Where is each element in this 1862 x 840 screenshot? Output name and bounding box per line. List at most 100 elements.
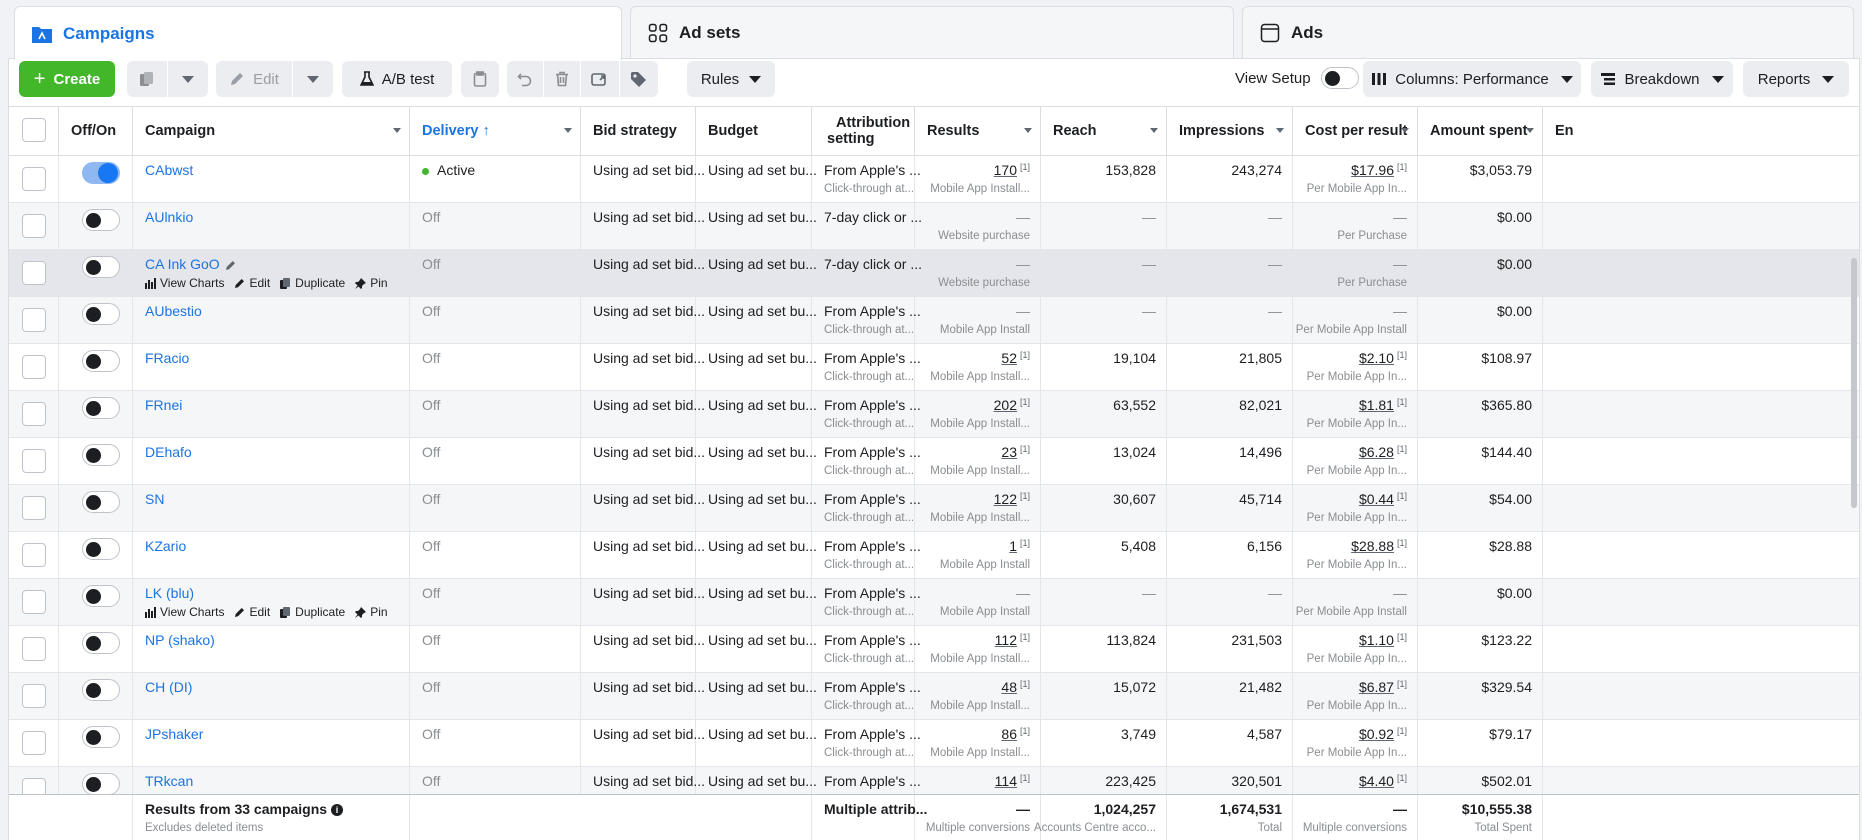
view-setup-switch[interactable]: [1320, 67, 1359, 89]
pin-action[interactable]: Pin: [355, 276, 388, 290]
select-all-checkbox[interactable]: [22, 118, 46, 142]
sort-caret-icon[interactable]: [1024, 128, 1032, 133]
vertical-scrollbar[interactable]: [1851, 258, 1857, 508]
create-button[interactable]: + Create: [19, 61, 115, 97]
row-checkbox[interactable]: [22, 449, 46, 473]
edit-dropdown[interactable]: [293, 61, 333, 97]
edit-button[interactable]: Edit: [216, 61, 292, 97]
edit-action[interactable]: Edit: [234, 605, 270, 619]
campaign-toggle[interactable]: [82, 397, 120, 419]
campaign-toggle[interactable]: [82, 350, 120, 372]
results-value[interactable]: 1 [1]: [1009, 538, 1030, 554]
row-checkbox[interactable]: [22, 543, 46, 567]
table-row[interactable]: JPshaker Off Using ad set bid... Using ad s…: [9, 720, 1859, 767]
header-delivery[interactable]: Delivery ↑: [410, 107, 581, 155]
header-campaign[interactable]: Campaign: [133, 107, 410, 155]
header-reach[interactable]: Reach: [1041, 107, 1167, 155]
cpr-link[interactable]: $17.96: [1351, 162, 1394, 178]
results-value[interactable]: 48 [1]: [1001, 679, 1030, 695]
campaign-name-link[interactable]: AUbestio: [145, 303, 202, 319]
row-checkbox[interactable]: [22, 261, 46, 285]
row-checkbox[interactable]: [22, 402, 46, 426]
results-link[interactable]: 122: [994, 491, 1017, 507]
header-budget[interactable]: Budget: [696, 107, 812, 155]
campaign-name[interactable]: NP (shako): [145, 632, 215, 648]
campaign-name-link[interactable]: LK (blu): [145, 585, 194, 601]
campaign-toggle[interactable]: [82, 632, 120, 654]
cpr-value[interactable]: $17.96 [1]: [1351, 162, 1407, 178]
row-checkbox[interactable]: [22, 167, 46, 191]
cpr-link[interactable]: $28.88: [1351, 538, 1394, 554]
campaign-name[interactable]: LK (blu): [145, 585, 194, 601]
campaign-name-link[interactable]: CAbwst: [145, 162, 193, 178]
table-row[interactable]: AUlnkio Off Using ad set bid... Using ad se…: [9, 203, 1859, 250]
duplicate-button[interactable]: [127, 61, 167, 97]
table-row[interactable]: CH (DI) Off Using ad set bid... Using ad se…: [9, 673, 1859, 720]
campaign-toggle[interactable]: [82, 726, 120, 748]
export-button[interactable]: [581, 61, 619, 97]
campaign-toggle[interactable]: [82, 209, 120, 231]
tag-button[interactable]: [620, 61, 658, 97]
campaign-toggle[interactable]: [82, 491, 120, 513]
view-charts-action[interactable]: View Charts: [145, 605, 224, 619]
table-row[interactable]: FRacio Off Using ad set bid... Using ad set…: [9, 344, 1859, 391]
cpr-value[interactable]: $4.40 [1]: [1359, 773, 1407, 789]
header-select-all[interactable]: [9, 107, 59, 155]
campaign-name[interactable]: DEhafo: [145, 444, 192, 460]
campaign-name[interactable]: AUlnkio: [145, 209, 193, 225]
campaign-name[interactable]: AUbestio: [145, 303, 202, 319]
campaign-toggle[interactable]: [82, 538, 120, 560]
rules-button[interactable]: Rules: [687, 61, 775, 97]
campaign-name-link[interactable]: KZario: [145, 538, 186, 554]
header-attribution[interactable]: Attribution setting: [812, 107, 915, 155]
header-bid-strategy[interactable]: Bid strategy: [581, 107, 696, 155]
header-ends[interactable]: En: [1543, 107, 1859, 155]
campaign-name[interactable]: KZario: [145, 538, 186, 554]
results-link[interactable]: 52: [1001, 350, 1017, 366]
results-value[interactable]: 114 [1]: [995, 773, 1030, 789]
header-results[interactable]: Results: [915, 107, 1041, 155]
row-checkbox[interactable]: [22, 637, 46, 661]
results-value[interactable]: 23 [1]: [1001, 444, 1030, 460]
campaign-name-link[interactable]: SN: [145, 491, 164, 507]
cpr-value[interactable]: $0.44 [1]: [1359, 491, 1407, 507]
delete-button[interactable]: [544, 61, 580, 97]
campaign-name[interactable]: CA Ink GoO: [145, 256, 220, 272]
row-checkbox[interactable]: [22, 684, 46, 708]
duplicate-action[interactable]: Duplicate: [280, 605, 345, 619]
cpr-value[interactable]: $1.81 [1]: [1359, 397, 1407, 413]
table-row[interactable]: FRnei Off Using ad set bid... Using ad set …: [9, 391, 1859, 438]
edit-action[interactable]: Edit: [234, 276, 270, 290]
header-impressions[interactable]: Impressions: [1167, 107, 1293, 155]
campaign-name[interactable]: CAbwst: [145, 162, 193, 178]
tab-campaigns[interactable]: Campaigns: [14, 6, 622, 60]
view-setup-toggle[interactable]: View Setup: [1235, 67, 1359, 89]
table-row[interactable]: AUbestio Off Using ad set bid... Using ad s…: [9, 297, 1859, 344]
sort-caret-icon[interactable]: [393, 128, 401, 133]
table-row[interactable]: CA Ink GoO View Charts Edit Duplicate Pin Off…: [9, 250, 1859, 297]
cpr-link[interactable]: $6.87: [1359, 679, 1394, 695]
tab-ads[interactable]: Ads: [1242, 6, 1854, 58]
campaign-toggle[interactable]: [82, 303, 120, 325]
results-value[interactable]: 170 [1]: [994, 162, 1030, 178]
sort-caret-icon[interactable]: [1150, 128, 1158, 133]
row-checkbox[interactable]: [22, 590, 46, 614]
campaign-name[interactable]: JPshaker: [145, 726, 203, 742]
results-link[interactable]: 1: [1009, 538, 1017, 554]
cpr-value[interactable]: $6.87 [1]: [1359, 679, 1407, 695]
campaign-name[interactable]: TRkcan: [145, 773, 193, 789]
results-value[interactable]: 86 [1]: [1001, 726, 1030, 742]
ab-test-button[interactable]: A/B test: [342, 61, 452, 97]
row-checkbox[interactable]: [22, 731, 46, 755]
campaign-name-link[interactable]: AUlnkio: [145, 209, 193, 225]
view-charts-action[interactable]: View Charts: [145, 276, 224, 290]
campaign-toggle[interactable]: [82, 585, 120, 607]
campaign-toggle[interactable]: [82, 773, 120, 795]
table-row[interactable]: KZario Off Using ad set bid... Using ad set…: [9, 532, 1859, 579]
breakdown-button[interactable]: Breakdown: [1591, 61, 1733, 97]
results-link[interactable]: 23: [1001, 444, 1017, 460]
reports-button[interactable]: Reports: [1743, 61, 1849, 97]
campaign-name[interactable]: CH (DI): [145, 679, 192, 695]
campaign-name-link[interactable]: FRnei: [145, 397, 182, 413]
cpr-value[interactable]: $2.10 [1]: [1359, 350, 1407, 366]
